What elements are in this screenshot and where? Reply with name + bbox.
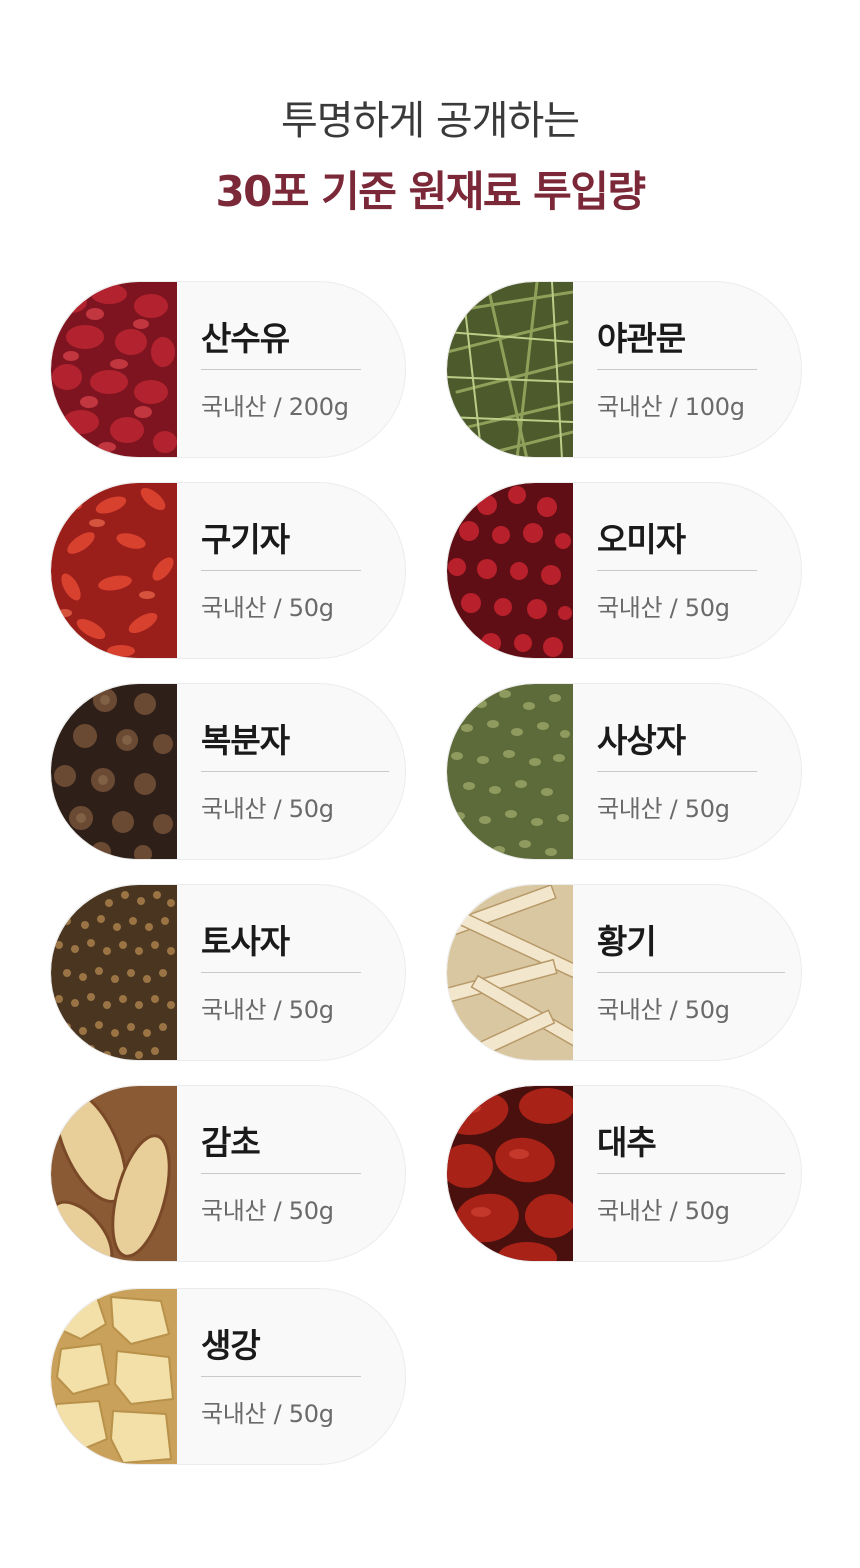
divider <box>201 570 361 571</box>
divider <box>597 570 757 571</box>
ingredient-card-daechu: 대추 국내산 / 50g <box>446 1085 802 1262</box>
divider <box>201 369 361 370</box>
ingredient-name: 복분자 <box>201 721 290 760</box>
ingredient-card-gugija: 구기자 국내산 / 50g <box>50 482 406 659</box>
licorice-root-slices-image <box>51 1086 177 1261</box>
ingredient-card-tosaja: 토사자 국내산 / 50g <box>50 884 406 1061</box>
ingredient-origin-amount: 국내산 / 50g <box>201 1197 334 1225</box>
ingredient-origin-amount: 국내산 / 50g <box>597 795 730 823</box>
ingredient-origin-amount: 국내산 / 50g <box>597 1197 730 1225</box>
ingredient-card-omija: 오미자 국내산 / 50g <box>446 482 802 659</box>
dried-lespedeza-herb-image <box>447 282 573 457</box>
ingredient-origin-amount: 국내산 / 50g <box>597 594 730 622</box>
ingredient-card-sansuyu: 산수유 국내산 / 200g <box>50 281 406 458</box>
ingredient-card-yagwanmun: 야관문 국내산 / 100g <box>446 281 802 458</box>
ingredient-card-saenggang: 생강 국내산 / 50g <box>50 1288 406 1465</box>
dodder-seed-image <box>51 885 177 1060</box>
divider <box>201 1376 361 1377</box>
dried-ginger-slices-image <box>51 1289 177 1464</box>
dried-schisandra-berry-image <box>447 483 573 658</box>
ingredient-name: 황기 <box>597 922 657 961</box>
ingredient-name: 야관문 <box>597 319 686 358</box>
ingredient-card-hwanggi: 황기 국내산 / 50g <box>446 884 802 1061</box>
ingredient-origin-amount: 국내산 / 50g <box>201 1400 334 1428</box>
dried-goji-berry-image <box>51 483 177 658</box>
astragalus-root-slices-image <box>447 885 573 1060</box>
divider <box>597 972 785 973</box>
divider <box>597 369 757 370</box>
ingredient-origin-amount: 국내산 / 100g <box>597 393 745 421</box>
ingredient-origin-amount: 국내산 / 50g <box>201 594 334 622</box>
divider <box>597 1173 785 1174</box>
dried-black-raspberry-image <box>51 684 177 859</box>
ingredient-card-sasangja: 사상자 국내산 / 50g <box>446 683 802 860</box>
ingredient-name: 사상자 <box>597 721 686 760</box>
ingredient-name: 감초 <box>201 1123 261 1162</box>
page-title: 30포 기준 원재료 투입량 <box>215 167 646 216</box>
ingredient-card-bokbunja: 복분자 국내산 / 50g <box>50 683 406 860</box>
ingredient-name: 구기자 <box>201 520 290 559</box>
ingredient-name: 산수유 <box>201 319 290 358</box>
divider <box>201 1173 361 1174</box>
ingredient-name: 토사자 <box>201 922 290 961</box>
divider <box>597 771 757 772</box>
ingredient-origin-amount: 국내산 / 50g <box>201 996 334 1024</box>
dried-cornelian-cherry-image <box>51 282 177 457</box>
dried-jujube-image <box>447 1086 573 1261</box>
divider <box>201 771 389 772</box>
ingredient-origin-amount: 국내산 / 50g <box>201 795 334 823</box>
cnidium-seed-image <box>447 684 573 859</box>
ingredient-card-gamcho: 감초 국내산 / 50g <box>50 1085 406 1262</box>
divider <box>201 972 361 973</box>
ingredient-name: 생강 <box>201 1326 261 1365</box>
ingredient-name: 대추 <box>597 1123 657 1162</box>
page-subtitle: 투명하게 공개하는 <box>280 98 580 144</box>
ingredient-origin-amount: 국내산 / 200g <box>201 393 349 421</box>
ingredient-name: 오미자 <box>597 520 686 559</box>
ingredient-origin-amount: 국내산 / 50g <box>597 996 730 1024</box>
